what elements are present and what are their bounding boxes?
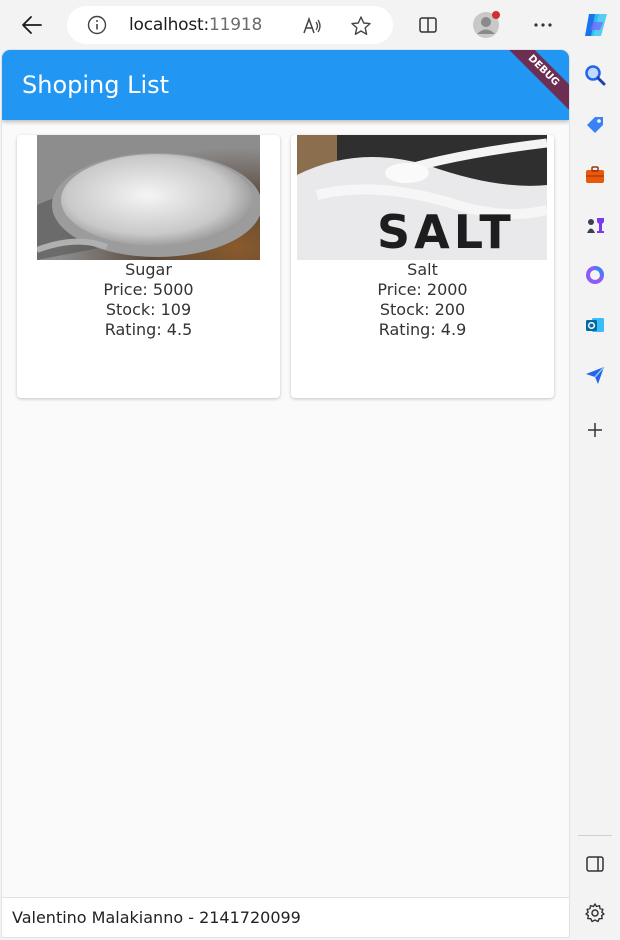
sidebar-toggle-button[interactable] <box>583 852 607 876</box>
send-icon <box>586 366 605 384</box>
more-icon <box>534 23 552 27</box>
url-text[interactable]: localhost:11918 <box>129 15 262 35</box>
back-button[interactable] <box>14 7 50 43</box>
briefcase-icon <box>586 166 604 183</box>
product-info: Sugar Price: 5000 Stock: 109 Rating: 4.5 <box>17 260 280 340</box>
sidebar-games-button[interactable] <box>583 213 607 237</box>
product-price: Price: 2000 <box>377 280 468 299</box>
copilot-circle-icon <box>586 266 604 284</box>
product-info: Salt Price: 2000 Stock: 200 Rating: 4.9 <box>291 260 554 340</box>
settings-icon <box>585 903 605 923</box>
search-icon <box>585 65 606 86</box>
product-grid: Sugar Price: 5000 Stock: 109 Rating: 4.5… <box>17 135 555 399</box>
product-price: Price: 5000 <box>103 280 194 299</box>
more-button[interactable] <box>525 7 561 43</box>
sidebar-shopping-button[interactable] <box>583 113 607 137</box>
copilot-button[interactable] <box>578 7 614 43</box>
sugar-spoon-photo <box>37 135 260 260</box>
sidebar-send-button[interactable] <box>583 363 607 387</box>
product-stock: Stock: 109 <box>105 300 192 319</box>
chess-icon <box>587 218 604 233</box>
profile-avatar-icon <box>473 11 500 38</box>
page-title: Shoping List <box>22 71 170 99</box>
footer-text: Valentino Malakianno - 2141720099 <box>12 908 301 927</box>
product-rating: Rating: 4.9 <box>378 320 467 339</box>
sidebar-copilot-button[interactable] <box>583 263 607 287</box>
address-bar[interactable]: localhost:11918 <box>67 6 393 44</box>
split-screen-icon <box>419 17 437 33</box>
sidebar-toggle-icon <box>586 856 604 872</box>
info-icon[interactable] <box>87 15 107 35</box>
sidebar-settings-button[interactable] <box>583 901 607 925</box>
split-screen-button[interactable] <box>410 7 446 43</box>
product-card[interactable]: Sugar Price: 5000 Stock: 109 Rating: 4.5 <box>17 135 280 398</box>
browser-sidebar <box>570 50 620 940</box>
copilot-icon <box>585 14 607 36</box>
sidebar-outlook-button[interactable] <box>583 313 607 337</box>
svg-text:SALT: SALT <box>377 205 515 259</box>
read-aloud-icon[interactable] <box>301 15 323 37</box>
footer-bar: Valentino Malakianno - 2141720099 <box>2 897 569 937</box>
profile-button[interactable] <box>468 7 504 43</box>
back-arrow-icon <box>22 16 42 34</box>
product-stock: Stock: 200 <box>379 300 466 319</box>
sidebar-add-button[interactable] <box>583 418 607 442</box>
salt-spoon-photo: SALT <box>297 135 547 260</box>
product-name: Salt <box>407 260 438 279</box>
tag-icon <box>587 117 603 133</box>
outlook-icon <box>586 318 604 332</box>
sidebar-tools-button[interactable] <box>583 163 607 187</box>
star-icon[interactable] <box>350 15 372 37</box>
debug-banner: DEBUG <box>494 50 569 120</box>
product-card[interactable]: SALT Salt Price: 2000 Stock: 200 Rating:… <box>291 135 554 398</box>
sidebar-search-button[interactable] <box>583 63 607 87</box>
product-name: Sugar <box>125 260 172 279</box>
product-rating: Rating: 4.5 <box>104 320 193 339</box>
app-bar: Shoping List DEBUG <box>2 50 569 120</box>
sidebar-divider <box>578 835 612 836</box>
add-icon <box>588 423 602 437</box>
app-window: Shoping List DEBUG Sugar Price: 5000 Sto… <box>2 50 569 937</box>
browser-toolbar: localhost:11918 <box>0 0 620 50</box>
